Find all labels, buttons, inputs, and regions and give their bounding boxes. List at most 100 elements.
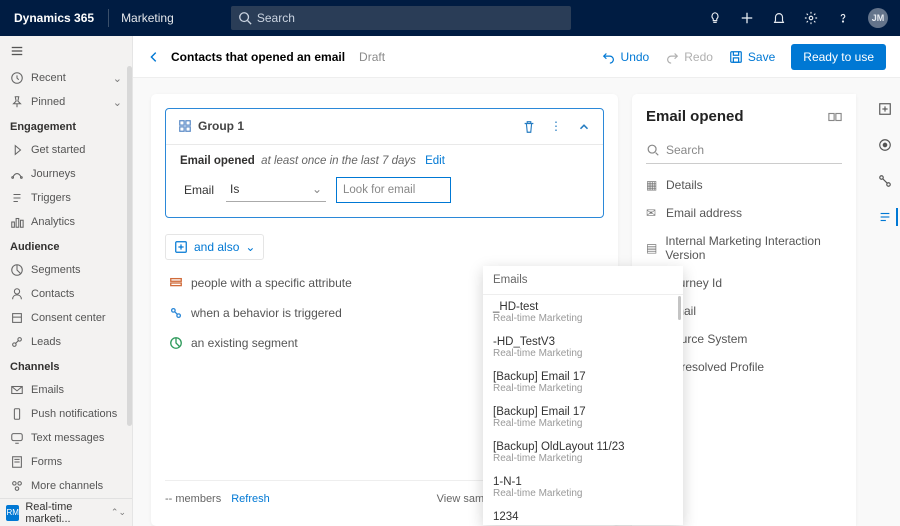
collapse-button[interactable]	[577, 119, 591, 134]
sidebar-item[interactable]: Leads	[0, 330, 132, 354]
sidebar-item[interactable]: Analytics	[0, 210, 132, 234]
sidebar-item-recent[interactable]: Recent ⌄	[0, 66, 132, 90]
bell-icon[interactable]	[772, 11, 786, 26]
block-label: people with a specific attribute	[191, 276, 352, 290]
sidebar-scrollbar[interactable]	[127, 66, 132, 426]
dropdown-scrollbar[interactable]	[678, 296, 681, 320]
sidebar-item[interactable]: Text messages	[0, 426, 132, 450]
block-label: an existing segment	[191, 336, 298, 350]
attribute-label: Internal Marketing Interaction Version	[665, 234, 842, 262]
plus-icon[interactable]	[740, 11, 754, 26]
dropdown-item-subtitle: Real-time Marketing	[493, 348, 673, 363]
sidebar-item[interactable]: Emails	[0, 378, 132, 402]
lightbulb-icon[interactable]	[708, 11, 722, 26]
dropdown-item-title: [Backup] Email 17	[493, 371, 673, 383]
email-lookup-input[interactable]: Look for email	[336, 177, 451, 203]
sidebar-item-label: Segments	[31, 264, 122, 276]
global-search-input[interactable]	[231, 6, 571, 30]
dropdown-item-subtitle: Real-time Marketing	[493, 418, 673, 433]
dropdown-item-subtitle: Real-time Marketing	[493, 488, 673, 503]
dropdown-item-title: 1234	[493, 511, 673, 523]
attribute-row[interactable]: ▦Details	[646, 178, 842, 192]
sidebar-item-label: More channels	[31, 480, 122, 492]
sidebar-item-label: Journeys	[31, 168, 122, 180]
operator-select[interactable]: Is ⌄	[226, 178, 326, 202]
rail-list-icon[interactable]	[878, 208, 898, 226]
rail-target-icon[interactable]	[878, 136, 892, 154]
panel-title: Email opened	[646, 108, 744, 125]
attribute-label: Details	[666, 178, 703, 192]
dropdown-item-title: -HD_TestV3	[493, 336, 673, 348]
save-label: Save	[748, 50, 775, 64]
sidebar-area-switcher[interactable]: RM Real-time marketi... ⌃⌄	[0, 498, 132, 526]
ready-to-use-button[interactable]: Ready to use	[791, 44, 886, 70]
sidebar-item[interactable]: Push notifications	[0, 402, 132, 426]
attribute-row[interactable]: ▤ Internal Marketing Interaction Version	[646, 234, 842, 262]
attribute-row[interactable]: ✉Email address	[646, 206, 842, 220]
dropdown-item-title: [Backup] OldLayout 11/23	[493, 441, 673, 453]
sidebar-item-label: Pinned	[31, 96, 106, 108]
edit-condition-link[interactable]: Edit	[425, 155, 445, 167]
panel-search-input[interactable]: Search	[646, 139, 842, 164]
dropdown-item[interactable]: [Backup] Email 17Real-time Marketing	[483, 365, 683, 400]
status-label: Draft	[359, 50, 385, 64]
area-badge: RM	[6, 505, 19, 521]
more-icon[interactable]: ⋮	[550, 119, 563, 133]
dropdown-heading: Emails	[483, 266, 683, 295]
sidebar-item[interactable]: Triggers	[0, 186, 132, 210]
behavior-icon	[169, 306, 183, 320]
condition-qualifier: at least once in the last 7 days	[261, 155, 416, 167]
dropdown-item-subtitle: Real-time Marketing	[493, 453, 673, 468]
sidebar-item[interactable]: Forms	[0, 450, 132, 474]
rail-flow-icon[interactable]	[878, 172, 892, 190]
sidebar-item[interactable]: Get started	[0, 138, 132, 162]
dropdown-item-subtitle: Real-time Marketing	[493, 383, 673, 398]
avatar[interactable]: JM	[868, 8, 888, 28]
operator-value: Is	[230, 182, 239, 196]
brand-label: Dynamics 365	[0, 11, 108, 25]
undo-button[interactable]: Undo	[602, 50, 650, 64]
sidebar-item-label: Emails	[31, 384, 122, 396]
sidebar-item[interactable]: Journeys	[0, 162, 132, 186]
condition-name: Email opened	[180, 155, 255, 167]
chevron-updown-icon: ⌃⌄	[111, 507, 126, 518]
search-icon	[238, 10, 252, 25]
dropdown-item[interactable]: 1234	[483, 505, 683, 525]
and-also-label: and also	[194, 240, 239, 254]
sidebar-section-heading: Audience	[0, 234, 132, 258]
dropdown-item[interactable]: -HD_TestV3Real-time Marketing	[483, 330, 683, 365]
sidebar-section-heading: Engagement	[0, 114, 132, 138]
hamburger-icon[interactable]	[0, 36, 132, 66]
dropdown-item[interactable]: 1-N-1Real-time Marketing	[483, 470, 683, 505]
sidebar-item[interactable]: More channels	[0, 474, 132, 498]
lookup-placeholder: Look for email	[343, 184, 415, 196]
field-label: Email	[184, 183, 216, 197]
module-label: Marketing	[121, 11, 174, 25]
save-button[interactable]: Save	[729, 50, 775, 64]
dropdown-item[interactable]: [Backup] Email 17Real-time Marketing	[483, 400, 683, 435]
gear-icon[interactable]	[804, 11, 818, 26]
panel-mode-icon[interactable]	[828, 108, 842, 125]
sidebar-item[interactable]: Segments	[0, 258, 132, 282]
attribute-label: Email address	[666, 206, 742, 220]
sidebar-item-pinned[interactable]: Pinned ⌄	[0, 90, 132, 114]
dropdown-item[interactable]: _HD-testReal-time Marketing	[483, 295, 683, 330]
attribute-icon: ▤	[646, 241, 657, 255]
sidebar-item[interactable]: Consent center	[0, 306, 132, 330]
chevron-down-icon: ⌄	[312, 182, 322, 196]
segment-icon	[169, 336, 183, 350]
dropdown-item[interactable]: [Backup] OldLayout 11/23Real-time Market…	[483, 435, 683, 470]
sidebar-item[interactable]: Contacts	[0, 282, 132, 306]
refresh-link[interactable]: Refresh	[231, 493, 270, 505]
redo-button[interactable]: Redo	[665, 50, 713, 64]
dropdown-item-title: 1-N-1	[493, 476, 673, 488]
help-icon[interactable]	[836, 11, 850, 26]
rail-add-icon[interactable]	[878, 100, 892, 118]
and-also-button[interactable]: and also ⌄	[165, 234, 264, 260]
area-label: Real-time marketi...	[25, 501, 105, 525]
back-button[interactable]	[147, 49, 161, 64]
delete-group-button[interactable]	[522, 119, 536, 134]
sidebar-item-label: Text messages	[31, 432, 122, 444]
redo-label: Redo	[684, 50, 713, 64]
add-icon	[174, 240, 188, 254]
